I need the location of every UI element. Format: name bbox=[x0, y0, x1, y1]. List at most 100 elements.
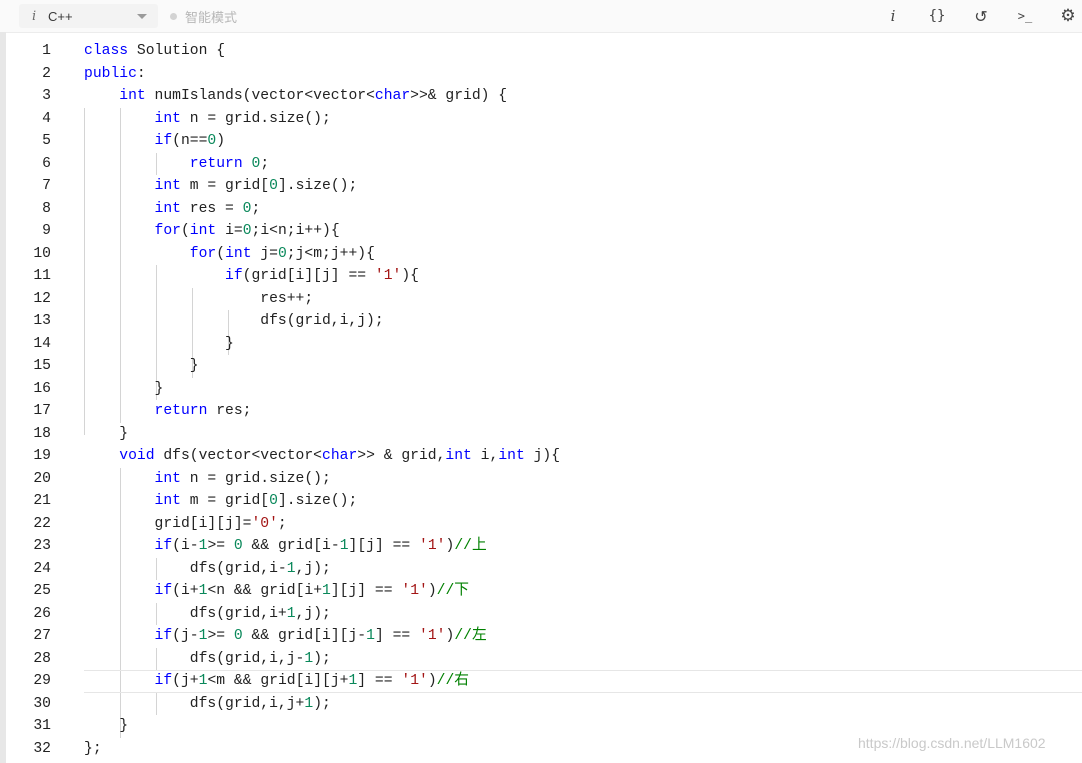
code-line[interactable]: 30 dfs(grid,i,j+1); bbox=[0, 693, 1082, 716]
line-number: 24 bbox=[33, 560, 51, 577]
code-token: return bbox=[154, 403, 208, 419]
smart-mode-toggle[interactable]: 智能模式 bbox=[170, 6, 237, 26]
code-line[interactable]: 3 int numIslands(vector<vector<char>>& g… bbox=[0, 85, 1082, 108]
code-line[interactable]: 19 void dfs(vector<vector<char>> & grid,… bbox=[0, 445, 1082, 468]
code-token: } bbox=[84, 718, 129, 734]
code-token: && grid[i- bbox=[242, 538, 340, 554]
code-token: } bbox=[84, 380, 164, 397]
code-line[interactable]: 11 if(grid[i][j] == '1'){ bbox=[0, 265, 1082, 288]
language-select[interactable]: i C++ bbox=[19, 4, 158, 28]
code-token: ].size(); bbox=[277, 178, 358, 194]
code-line[interactable]: 4 int n = grid.size(); bbox=[0, 108, 1082, 131]
line-number: 11 bbox=[33, 268, 51, 284]
code-line[interactable]: 27 if(j-1>= 0 && grid[i][j-1] == '1')//左 bbox=[0, 625, 1082, 648]
code-token: dfs(grid,i,j- bbox=[84, 650, 305, 667]
code-token: j= bbox=[251, 245, 278, 262]
line-number: 27 bbox=[33, 628, 51, 644]
code-token: char bbox=[374, 88, 411, 104]
editor-toolbar: i C++ 智能模式 i {} ↺ >_ ⚙ bbox=[0, 0, 1082, 33]
code-line[interactable]: 14 } bbox=[0, 333, 1082, 356]
code-token: //左 bbox=[454, 628, 487, 644]
code-line[interactable]: 21 int m = grid[0].size(); bbox=[0, 490, 1082, 513]
code-token: if bbox=[154, 538, 173, 554]
code-token: ,j); bbox=[295, 605, 331, 622]
code-token: '1' bbox=[401, 583, 428, 599]
code-editor[interactable]: 1 class Solution {2 public: 3 int numIsland… bbox=[0, 40, 1082, 763]
line-number: 21 bbox=[33, 493, 51, 509]
terminal-glyph: >_ bbox=[1017, 9, 1033, 23]
code-line[interactable]: 12 res++; bbox=[0, 288, 1082, 311]
code-line[interactable]: 28 dfs(grid,i,j-1); bbox=[0, 648, 1082, 671]
code-line[interactable]: 9 for(int i=0;i<n;i++){ bbox=[0, 220, 1082, 243]
code-line[interactable]: 7 int m = grid[0].size(); bbox=[0, 175, 1082, 198]
code-text: int numIslands(vector<vector<char>>& gri… bbox=[84, 85, 507, 108]
code-text: if(n==0) bbox=[84, 130, 226, 153]
code-token: '0' bbox=[251, 515, 278, 532]
code-token: <n && grid[i+ bbox=[207, 583, 323, 599]
code-token: res = bbox=[180, 200, 243, 217]
code-text: dfs(grid,i,j+1); bbox=[84, 693, 331, 716]
code-line[interactable]: 13 dfs(grid,i,j); bbox=[0, 310, 1082, 333]
code-token: Solution { bbox=[128, 43, 226, 59]
code-token: 0 bbox=[242, 200, 252, 217]
code-token: 1 bbox=[322, 583, 331, 599]
code-token: for bbox=[189, 245, 217, 262]
reset-icon[interactable]: ↺ bbox=[969, 4, 993, 28]
code-line[interactable]: 10 for(int j=0;j<m;j++){ bbox=[0, 243, 1082, 266]
code-line[interactable]: 22 grid[i][j]='0'; bbox=[0, 513, 1082, 536]
chevron-down-icon bbox=[137, 14, 147, 19]
code-line[interactable]: 20 int n = grid.size(); bbox=[0, 468, 1082, 491]
code-line[interactable]: 24 dfs(grid,i-1,j); bbox=[0, 558, 1082, 581]
line-number: 22 bbox=[33, 515, 51, 532]
code-line[interactable]: 2 public: bbox=[0, 63, 1082, 86]
code-token: int bbox=[445, 448, 472, 464]
settings-icon[interactable]: ⚙ bbox=[1056, 4, 1080, 28]
code-token: '1' bbox=[419, 538, 446, 554]
code-token: (i+ bbox=[172, 583, 199, 599]
code-line[interactable]: 29 if(j+1<m && grid[i][j+1] == '1')//右 bbox=[0, 670, 1082, 693]
code-token: if bbox=[154, 583, 173, 599]
code-token: int bbox=[498, 448, 525, 464]
code-line[interactable]: 5 if(n==0) bbox=[0, 130, 1082, 153]
code-line[interactable]: 18 } bbox=[0, 423, 1082, 446]
code-token: ][j] == bbox=[348, 538, 420, 554]
braces-icon[interactable]: {} bbox=[925, 4, 949, 28]
info-icon[interactable]: i bbox=[881, 4, 905, 28]
code-line[interactable]: 8 int res = 0; bbox=[0, 198, 1082, 221]
code-line[interactable]: 16 } bbox=[0, 378, 1082, 401]
code-token: 0 bbox=[251, 155, 261, 172]
line-number: 1 bbox=[42, 43, 51, 59]
code-token: //上 bbox=[454, 538, 487, 554]
code-text: int n = grid.size(); bbox=[84, 468, 331, 491]
code-token: public bbox=[84, 65, 137, 82]
code-line[interactable]: 15 } bbox=[0, 355, 1082, 378]
code-text: if(j+1<m && grid[i][j+1] == '1')//右 bbox=[84, 670, 469, 693]
line-number: 28 bbox=[33, 650, 51, 667]
code-line[interactable]: 17 return res; bbox=[0, 400, 1082, 423]
code-token: ; bbox=[277, 515, 287, 532]
code-line[interactable]: 23 if(i-1>= 0 && grid[i-1][j] == '1')//上 bbox=[0, 535, 1082, 558]
code-token: >= bbox=[207, 628, 234, 644]
code-token: 0 bbox=[269, 178, 278, 194]
code-token: void bbox=[119, 448, 155, 464]
language-label: C++ bbox=[48, 8, 73, 24]
code-token: ][j] == bbox=[330, 583, 402, 599]
code-text: if(i-1>= 0 && grid[i-1][j] == '1')//上 bbox=[84, 535, 487, 558]
terminal-icon[interactable]: >_ bbox=[1013, 4, 1037, 28]
code-line[interactable]: 1 class Solution { bbox=[0, 40, 1082, 63]
line-number: 8 bbox=[42, 200, 51, 217]
code-line[interactable]: 26 dfs(grid,i+1,j); bbox=[0, 603, 1082, 626]
code-token: j){ bbox=[524, 448, 561, 464]
code-line[interactable]: 25 if(i+1<n && grid[i+1][j] == '1')//下 bbox=[0, 580, 1082, 603]
code-text: dfs(grid,i,j); bbox=[84, 310, 383, 333]
code-token: dfs(grid,i- bbox=[84, 560, 287, 577]
code-token: char bbox=[322, 448, 358, 464]
code-line[interactable]: 6 return 0; bbox=[0, 153, 1082, 176]
code-text: res++; bbox=[84, 288, 313, 311]
